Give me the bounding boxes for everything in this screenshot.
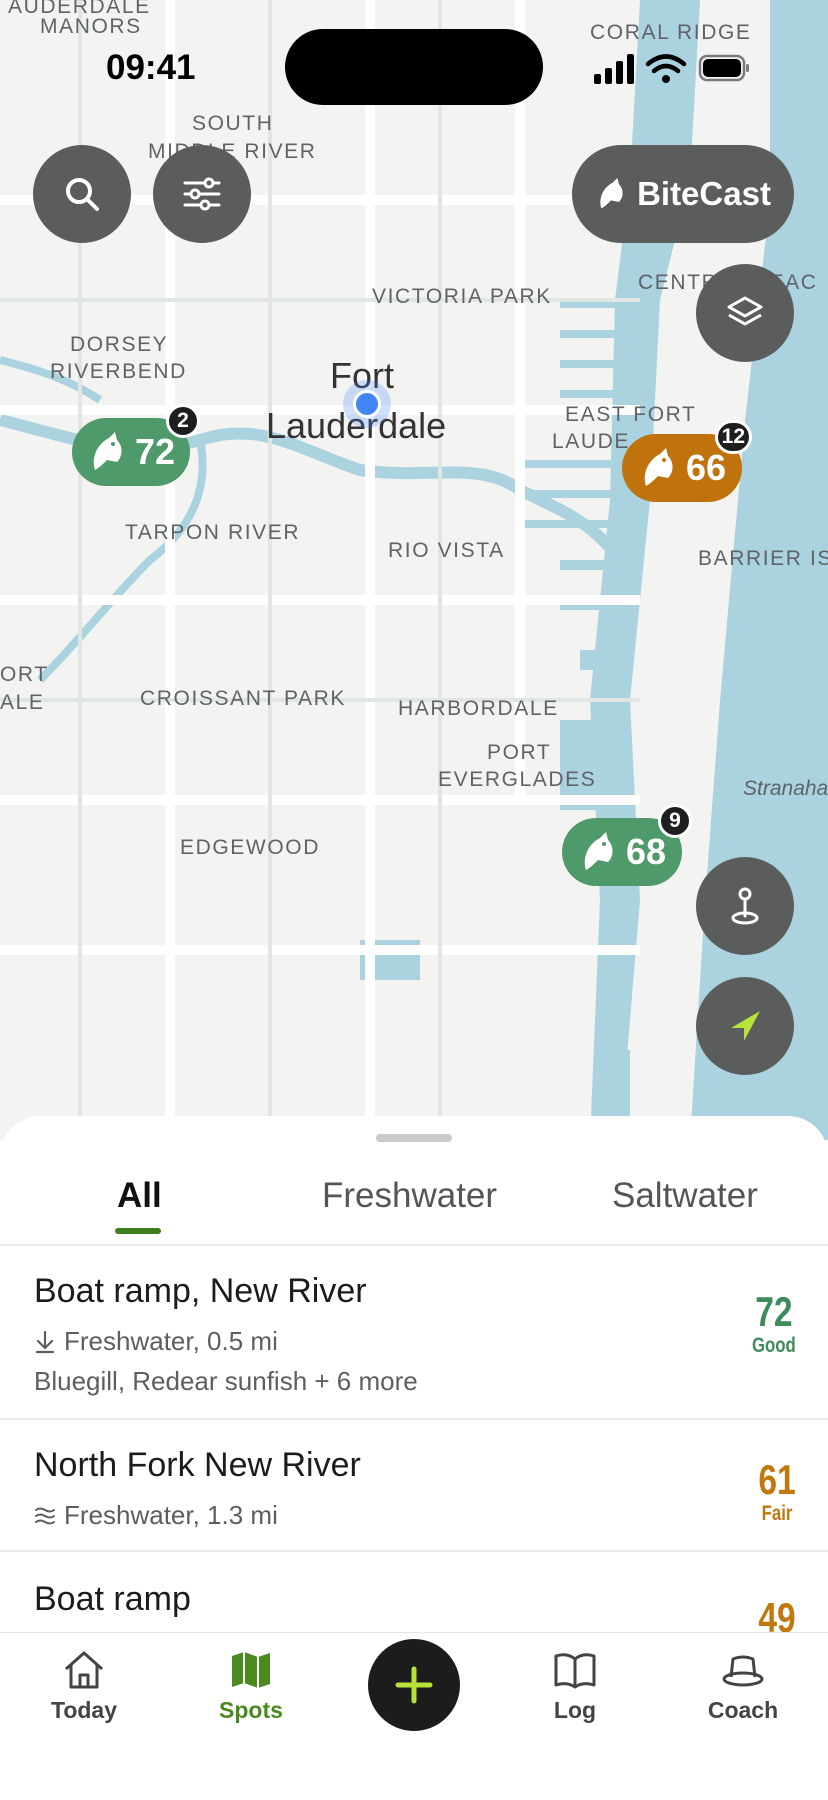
home-icon (65, 1651, 103, 1689)
map-label: LAUDE (552, 430, 631, 453)
nav-label: Log (553, 1697, 597, 1723)
spot-row[interactable]: Boat ramp 49 (0, 1552, 828, 1632)
spot-score: 49 (758, 1594, 796, 1633)
spot-score-rating: Fair (761, 1502, 793, 1525)
bitecast-label: BiteCast (637, 175, 771, 212)
spot-meta-text: Freshwater, 0.5 mi (64, 1326, 278, 1356)
map-label: BARRIER IS (698, 547, 828, 570)
spot-meta: Freshwater, 1.3 mi (34, 1500, 278, 1531)
spot-species: Bluegill, Redear sunfish + 6 more (34, 1366, 418, 1396)
marker-count-badge: 12 (714, 420, 752, 454)
user-location-dot (343, 380, 391, 428)
sheet-grabber[interactable] (376, 1134, 452, 1142)
hat-icon (722, 1655, 764, 1687)
book-icon (554, 1653, 596, 1689)
nav-label: Spots (219, 1697, 283, 1723)
map-label: Stranaha (743, 777, 828, 800)
map-label: VICTORIA PARK (372, 285, 552, 308)
tab-saltwater[interactable]: Saltwater (612, 1176, 758, 1216)
spot-meta: Freshwater, 0.5 mi (34, 1326, 278, 1357)
plus-icon (395, 1666, 433, 1704)
bitecast-button[interactable]: BiteCast (572, 145, 794, 243)
bottom-tab-bar: Today Spots Log Coach (0, 1632, 828, 1800)
nav-coach[interactable]: Coach (683, 1649, 803, 1724)
sliders-icon (183, 177, 221, 211)
spot-score-rating: Good (752, 1334, 796, 1357)
marker-score: 66 (685, 447, 727, 488)
map-label: ALE (0, 691, 45, 714)
tab-active-indicator (115, 1228, 161, 1234)
map-label: EAST FORT (565, 403, 697, 426)
spot-score-value: 72 (755, 1288, 793, 1335)
nav-log[interactable]: Log (515, 1649, 635, 1724)
nav-label: Coach (707, 1697, 779, 1723)
nav-today[interactable]: Today (24, 1649, 144, 1724)
spot-meta-text: Freshwater, 1.3 mi (64, 1500, 278, 1530)
spot-marker[interactable]: 66 12 (622, 420, 752, 502)
spot-title: Boat ramp (34, 1580, 191, 1618)
battery-icon (698, 54, 749, 82)
wifi-icon (645, 54, 687, 74)
marker-count-badge: 9 (658, 804, 692, 838)
search-icon (66, 178, 99, 211)
dynamic-island (285, 29, 543, 105)
layers-button[interactable] (696, 264, 794, 362)
spot-row[interactable]: Boat ramp, New River Freshwater, 0.5 mi … (0, 1246, 828, 1418)
pin-icon (731, 887, 759, 925)
map-label: EVERGLADES (438, 768, 597, 791)
fish-icon (644, 448, 673, 486)
tab-all[interactable]: All (117, 1176, 162, 1216)
filter-button[interactable] (153, 145, 251, 243)
marker-score: 72 (134, 431, 176, 472)
map-label: RIO VISTA (388, 539, 505, 562)
map-label: DORSEY (70, 333, 169, 356)
marker-count-badge: 2 (166, 404, 200, 438)
boat-ramp-icon (35, 1330, 55, 1353)
spot-type-tabs: All Freshwater Saltwater (0, 1176, 828, 1246)
location-arrow-icon (731, 1011, 760, 1041)
map-label: CROISSANT PARK (140, 687, 346, 710)
map-label: SOUTH (192, 112, 274, 135)
tab-freshwater[interactable]: Freshwater (322, 1176, 497, 1216)
map-label: ORT (0, 663, 49, 686)
drop-pin-button[interactable] (696, 857, 794, 955)
map-label: CORAL RIDGE (590, 21, 752, 44)
add-catch-button[interactable] (368, 1639, 460, 1731)
map-label: RIVERBEND (50, 360, 187, 383)
spot-title: North Fork New River (34, 1446, 361, 1484)
marker-score: 68 (625, 831, 667, 872)
spot-score: 61 Fair (759, 1458, 796, 1526)
map-view[interactable]: AUDERDALE MANORS SOUTH MIDDLE RIVER CORA… (0, 0, 828, 1140)
nav-label: Today (50, 1697, 118, 1723)
layers-icon (727, 296, 763, 326)
spot-score-value: 61 (758, 1456, 796, 1503)
map-label: EDGEWOOD (180, 836, 320, 859)
spot-marker[interactable]: 68 9 (562, 804, 692, 886)
spot-row[interactable]: North Fork New River Freshwater, 1.3 mi … (0, 1420, 828, 1550)
map-label: PORT (487, 741, 552, 764)
map-icon (232, 1652, 270, 1688)
status-icons (594, 54, 749, 84)
fish-icon (93, 432, 122, 470)
fish-icon (584, 832, 613, 870)
status-time: 09:41 (106, 48, 196, 87)
spot-score-value: 49 (758, 1594, 796, 1633)
spot-marker[interactable]: 72 2 (72, 404, 200, 486)
search-button[interactable] (33, 145, 131, 243)
map-label: MANORS (40, 15, 142, 38)
map-label: HARBORDALE (398, 697, 559, 720)
map-label: TARPON RIVER (125, 521, 301, 544)
spot-title: Boat ramp, New River (34, 1272, 367, 1310)
water-waves-icon (35, 1507, 55, 1524)
signal-icon (594, 54, 634, 84)
locate-me-button[interactable] (696, 977, 794, 1075)
app: AUDERDALE MANORS SOUTH MIDDLE RIVER CORA… (0, 0, 828, 1800)
spot-score: 72 Good (752, 1290, 796, 1358)
fish-icon (600, 178, 623, 209)
nav-spots[interactable]: Spots (191, 1649, 311, 1724)
